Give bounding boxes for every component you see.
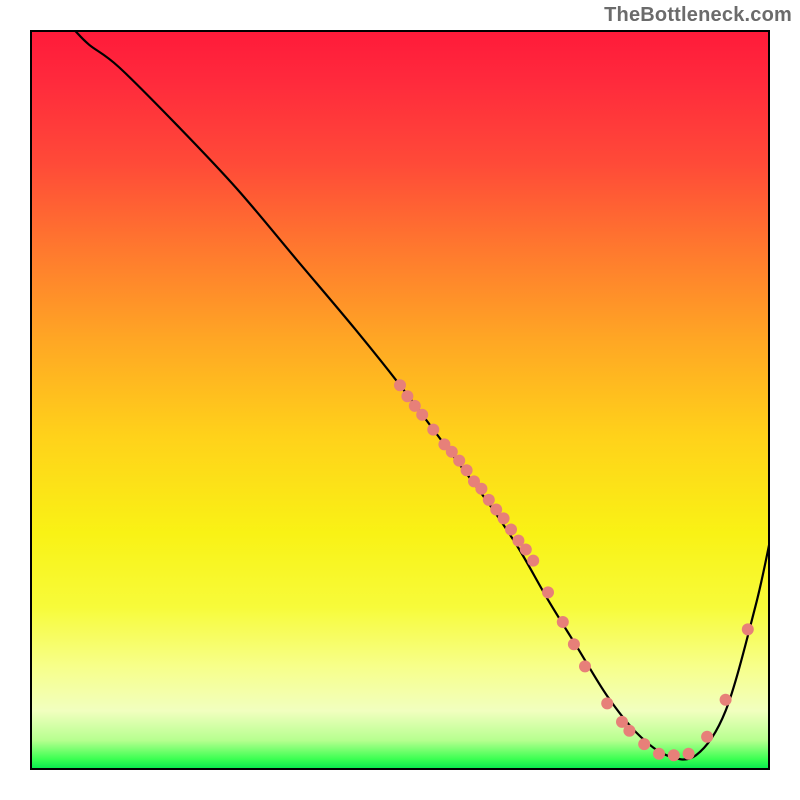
sample-dot: [505, 524, 517, 536]
sample-dot: [568, 638, 580, 650]
sample-dots-group: [394, 379, 754, 761]
sample-dot: [542, 586, 554, 598]
sample-dot: [475, 483, 487, 495]
sample-dot: [638, 738, 650, 750]
sample-dot: [401, 390, 413, 402]
attribution-text: TheBottleneck.com: [604, 4, 792, 27]
curve-layer: [30, 30, 770, 770]
sample-dot: [520, 543, 532, 555]
sample-dot: [394, 379, 406, 391]
sample-dot: [498, 512, 510, 524]
sample-dot: [461, 464, 473, 476]
sample-dot: [742, 623, 754, 635]
sample-dot: [416, 409, 428, 421]
sample-dot: [579, 660, 591, 672]
sample-dot: [483, 494, 495, 506]
sample-dot: [557, 616, 569, 628]
chart-container: TheBottleneck.com: [0, 0, 800, 800]
sample-dot: [623, 725, 635, 737]
sample-dot: [653, 748, 665, 760]
sample-dot: [527, 555, 539, 567]
sample-dot: [427, 424, 439, 436]
plot-area: [30, 30, 770, 770]
sample-dot: [720, 694, 732, 706]
sample-dot: [701, 731, 713, 743]
sample-dot: [683, 748, 695, 760]
sample-dot: [668, 749, 680, 761]
sample-dot: [453, 455, 465, 467]
sample-dot: [601, 697, 613, 709]
bottleneck-curve: [74, 30, 770, 759]
